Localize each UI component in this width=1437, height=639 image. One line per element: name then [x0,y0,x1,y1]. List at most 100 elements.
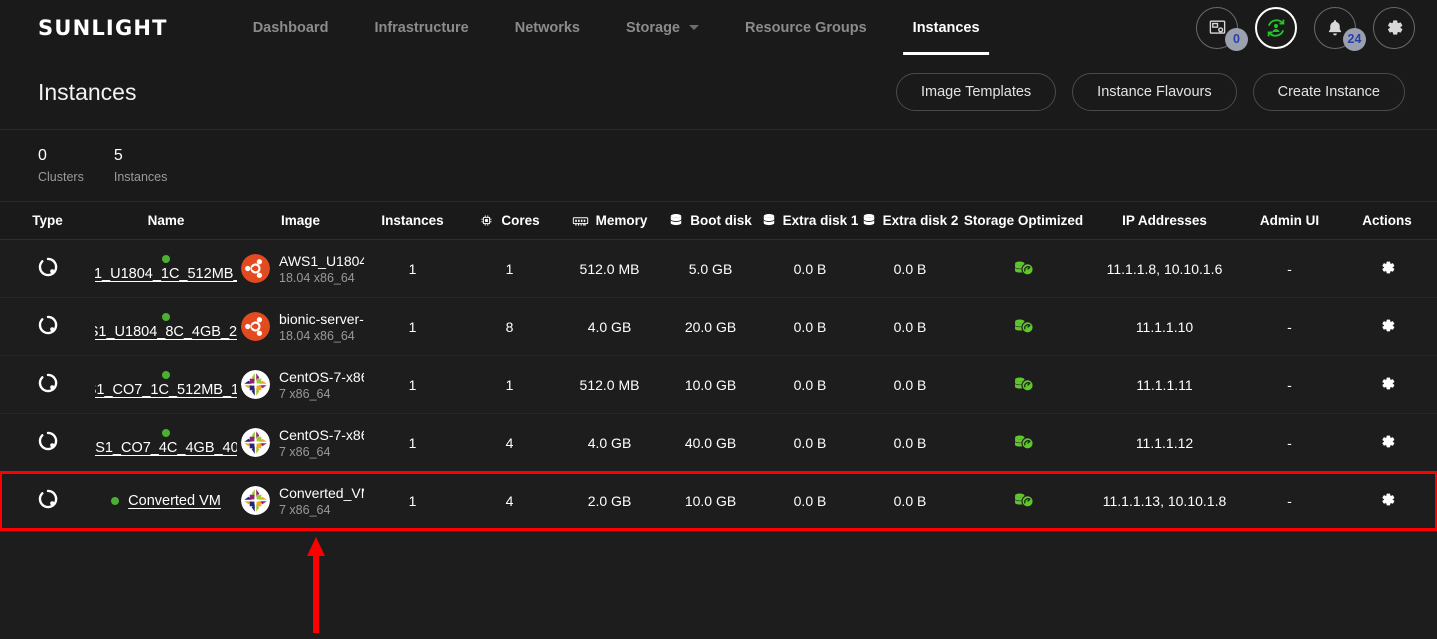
column-header-storage-optimized[interactable]: Storage Optimized [960,213,1087,228]
column-header-cores[interactable]: Cores [461,213,558,228]
os-logo [241,254,270,283]
centos-logo-icon [241,370,270,399]
row-actions-button[interactable] [1378,374,1397,396]
cell-instances: 1 [408,376,417,393]
stat-value: 5 [113,147,123,164]
cell-image: AWS1_U1804 18.04 x86_64 [237,253,364,285]
user-sync-button[interactable] [1255,6,1297,49]
row-actions-button[interactable] [1378,490,1397,512]
cell-image: CentOS-7-x86 7 x86_64 [237,427,364,459]
nav-item-resource-groups[interactable]: Resource Groups [722,0,890,55]
storage-optimized-icon [1014,261,1034,276]
cell-actions[interactable] [1337,432,1437,454]
notifications-button[interactable]: 24 [1314,6,1366,51]
cell-name[interactable]: AWS1_CO7_1C_512MB_10GB [95,371,237,398]
instance-flavours-button[interactable]: Instance Flavours [1072,73,1237,111]
status-indicator-icon [111,496,120,505]
nav-item-storage[interactable]: Storage [603,0,722,55]
cell-type [0,314,95,339]
app-logo[interactable]: SUNLIGHT [38,16,168,40]
nav-item-dashboard[interactable]: Dashboard [230,0,352,55]
image-version: 18.04 x86_64 [279,328,355,343]
cell-name[interactable]: AWS1_U1804_8C_4GB_20GB [95,313,237,340]
settings-button[interactable] [1373,6,1415,49]
nav-item-instances[interactable]: Instances [890,0,1003,55]
instance-name-link[interactable]: AWS1_U1804_1C_512MB_5GB [95,266,237,282]
cell-admin-ui: - [1287,376,1292,393]
column-header-instances[interactable]: Instances [364,213,461,228]
table-row[interactable]: AWS1_U1804_1C_512MB_5GBAWS1_U180418.04 x… [0,240,1437,298]
column-header-extra-disk-2[interactable]: Extra disk 2 [860,213,960,229]
table-row[interactable]: Converted VM Converted_VM 7 x86_64 1 4 2.0 GB… [0,471,1437,531]
instance-name-link[interactable]: AWS1_CO7_1C_512MB_10GB [95,382,237,398]
cell-name[interactable]: AWS1_CO7_4C_4GB_40GB [95,429,237,456]
annotation-arrow-icon [307,537,325,633]
nav-label: Storage [626,19,680,36]
create-instance-button[interactable]: Create Instance [1252,73,1405,111]
spinner-icon [38,257,57,277]
cell-admin-ui: - [1287,318,1292,335]
nav-label: Resource Groups [745,19,867,36]
storage-optimized-icon [1014,319,1034,334]
cell-memory: 4.0 GB [587,318,632,335]
column-header-image[interactable]: Image [237,213,364,228]
summary-stats: 0 Clusters 5 Instances [0,130,1437,202]
cell-extra-disk-1: 0.0 B [793,492,827,509]
cell-actions[interactable] [1337,490,1437,512]
cell-extra-disk-2: 0.0 B [893,434,927,451]
row-settings-gear-icon [1381,319,1394,331]
image-name: AWS1_U1804 [279,252,364,269]
cell-ip-addresses: 11.1.1.11 [1136,376,1193,393]
cell-name[interactable]: AWS1_U1804_1C_512MB_5GB [95,255,237,282]
cell-admin-ui: - [1287,260,1292,277]
column-header-extra-disk-1[interactable]: Extra disk 1 [760,213,860,229]
column-label: Storage Optimized [963,213,1084,228]
cell-admin-ui: - [1287,492,1292,509]
nav-actions: 0 24 [1196,6,1415,51]
column-header-name[interactable]: Name [95,213,237,228]
column-header-memory[interactable]: Memory [558,213,661,228]
cell-cores: 1 [505,376,514,393]
sim-card-button[interactable]: 0 [1196,6,1248,51]
cell-actions[interactable] [1337,316,1437,338]
cell-actions[interactable] [1337,374,1437,396]
status-indicator-icon [162,313,170,321]
row-actions-button[interactable] [1378,316,1397,338]
cell-boot-disk: 5.0 GB [688,260,733,277]
instance-name-link[interactable]: Converted VM [128,493,221,509]
instance-name-link[interactable]: AWS1_CO7_4C_4GB_40GB [95,440,237,456]
column-header-actions[interactable]: Actions [1337,213,1437,228]
nav-item-networks[interactable]: Networks [492,0,603,55]
cell-name[interactable]: Converted VM [95,493,237,509]
status-indicator-icon [162,429,170,437]
cell-instances: 1 [408,318,417,335]
row-settings-gear-icon [1381,377,1394,389]
column-label: Extra disk 1 [782,213,859,228]
table-row[interactable]: AWS1_U1804_8C_4GB_20GBbionic-server-18.0… [0,298,1437,356]
column-header-boot-disk[interactable]: Boot disk [661,213,760,229]
cell-boot-disk: 20.0 GB [684,318,737,335]
disk-icon [763,213,774,225]
stat-label: Instances [113,170,168,184]
column-header-ip-addresses[interactable]: IP Addresses [1087,213,1242,228]
instance-name-cell: AWS1_U1804_8C_4GB_20GB [95,313,237,340]
column-header-admin-ui[interactable]: Admin UI [1242,213,1337,228]
cell-extra-disk-2: 0.0 B [893,492,927,509]
cell-actions[interactable] [1337,258,1437,280]
storage-optimized-icon [1014,435,1034,450]
row-settings-gear-icon [1381,493,1394,505]
row-actions-button[interactable] [1378,432,1397,454]
status-indicator-icon [162,255,170,263]
column-header-type[interactable]: Type [0,213,95,228]
image-version: 7 x86_64 [279,502,331,517]
nav-label: Dashboard [252,19,329,36]
table-row[interactable]: AWS1_CO7_4C_4GB_40GBCentOS-7-x867 x86_64… [0,414,1437,472]
nav-item-infrastructure[interactable]: Infrastructure [351,0,491,55]
row-actions-button[interactable] [1378,258,1397,280]
spinner-icon [38,489,57,509]
image-version: 7 x86_64 [279,444,331,459]
instance-name-link[interactable]: AWS1_U1804_8C_4GB_20GB [95,324,237,340]
table-row[interactable]: AWS1_CO7_1C_512MB_10GBCentOS-7-x867 x86_… [0,356,1437,414]
cell-image: Converted_VM 7 x86_64 [237,485,364,517]
image-templates-button[interactable]: Image Templates [896,73,1057,111]
